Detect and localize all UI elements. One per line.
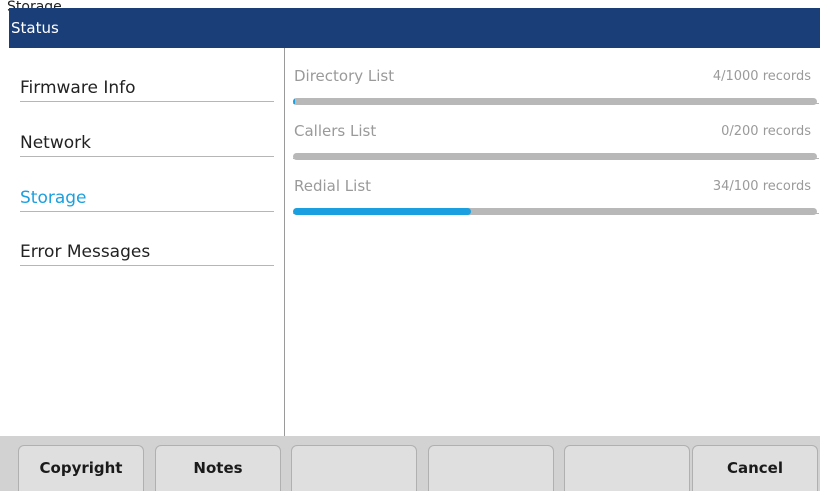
softkey-bar: Copyright Notes Cancel <box>0 436 820 491</box>
usage-bar-fill <box>293 208 472 215</box>
sidebar-item-firmware-info[interactable]: Firmware Info <box>20 48 274 102</box>
empty-softkey-5[interactable] <box>564 445 690 491</box>
storage-row-count: 34/100 records <box>712 179 811 194</box>
sidebar-item-label: Network <box>20 133 91 153</box>
sidebar: Firmware Info Network Storage Error Mess… <box>20 48 274 434</box>
storage-row-count: 4/1000 records <box>712 69 811 84</box>
storage-row-callers-list: Callers List 0/200 records <box>293 103 819 160</box>
sidebar-item-label: Storage <box>20 188 87 208</box>
sidebar-item-storage[interactable]: Storage <box>20 158 274 212</box>
title-bar: Status <box>9 8 820 48</box>
storage-row-directory-list: Directory List 4/1000 records <box>293 48 819 105</box>
storage-row-name: Callers List <box>294 122 377 140</box>
sidebar-item-error-messages[interactable]: Error Messages <box>20 212 274 266</box>
empty-softkey-4[interactable] <box>428 445 554 491</box>
page-title: Status <box>11 19 59 37</box>
status-screen: Storage Status Firmware Info Network Sto… <box>0 0 820 491</box>
panel-divider <box>284 48 285 436</box>
cancel-softkey[interactable]: Cancel <box>692 445 818 491</box>
storage-row-name: Directory List <box>294 67 395 85</box>
sidebar-item-network[interactable]: Network <box>20 103 274 157</box>
usage-bar-track <box>293 208 817 215</box>
sidebar-item-label: Firmware Info <box>20 78 136 98</box>
storage-row-name: Redial List <box>294 177 372 195</box>
empty-softkey-3[interactable] <box>291 445 417 491</box>
sidebar-item-label: Error Messages <box>20 242 151 262</box>
storage-row-redial-list: Redial List 34/100 records <box>293 158 819 215</box>
copyright-softkey[interactable]: Copyright <box>18 445 144 491</box>
storage-row-count: 0/200 records <box>721 124 811 139</box>
notes-softkey[interactable]: Notes <box>155 445 281 491</box>
